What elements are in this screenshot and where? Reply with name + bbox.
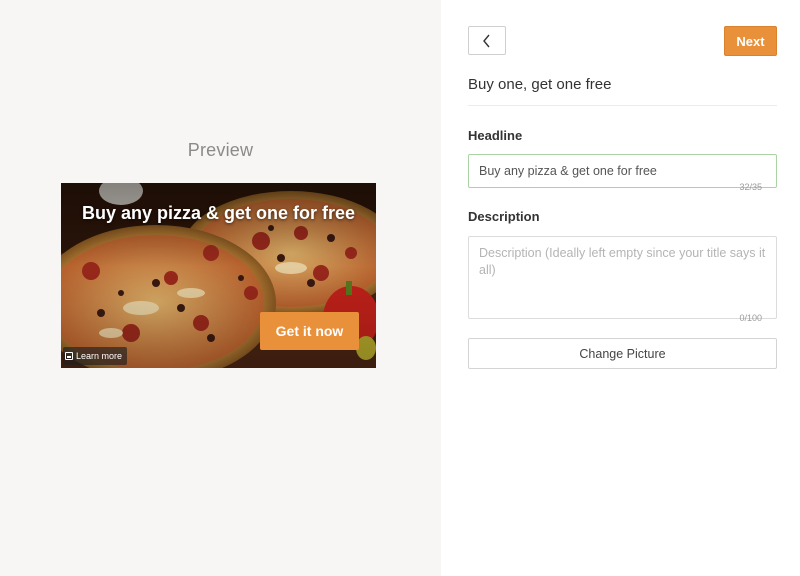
learn-more-label: Learn more	[76, 351, 123, 361]
campaign-title: Buy one, get one free	[468, 76, 612, 93]
next-button[interactable]: Next	[724, 26, 777, 56]
back-button[interactable]	[468, 26, 506, 55]
chevron-left-icon	[483, 34, 490, 47]
learn-more-link[interactable]: Learn more	[63, 347, 128, 365]
headline-counter: 32/35	[739, 182, 762, 192]
ad-headline: Buy any pizza & get one for free	[81, 203, 356, 223]
preview-pane: Preview Buy any pizza & get one for free…	[0, 0, 441, 576]
image-icon	[65, 352, 73, 360]
description-counter: 0/100	[739, 313, 762, 323]
divider	[468, 105, 777, 106]
preview-title: Preview	[187, 140, 254, 160]
headline-label: Headline	[468, 128, 523, 143]
ad-preview-card: Buy any pizza & get one for free Get it …	[61, 183, 376, 368]
editor-pane: Next Buy one, get one free Headline Buy …	[441, 0, 800, 576]
description-label: Description	[468, 209, 540, 224]
ad-cta-button[interactable]: Get it now	[260, 312, 359, 350]
change-picture-button[interactable]: Change Picture	[468, 338, 777, 369]
description-input[interactable]: Description (Ideally left empty since yo…	[468, 236, 777, 319]
